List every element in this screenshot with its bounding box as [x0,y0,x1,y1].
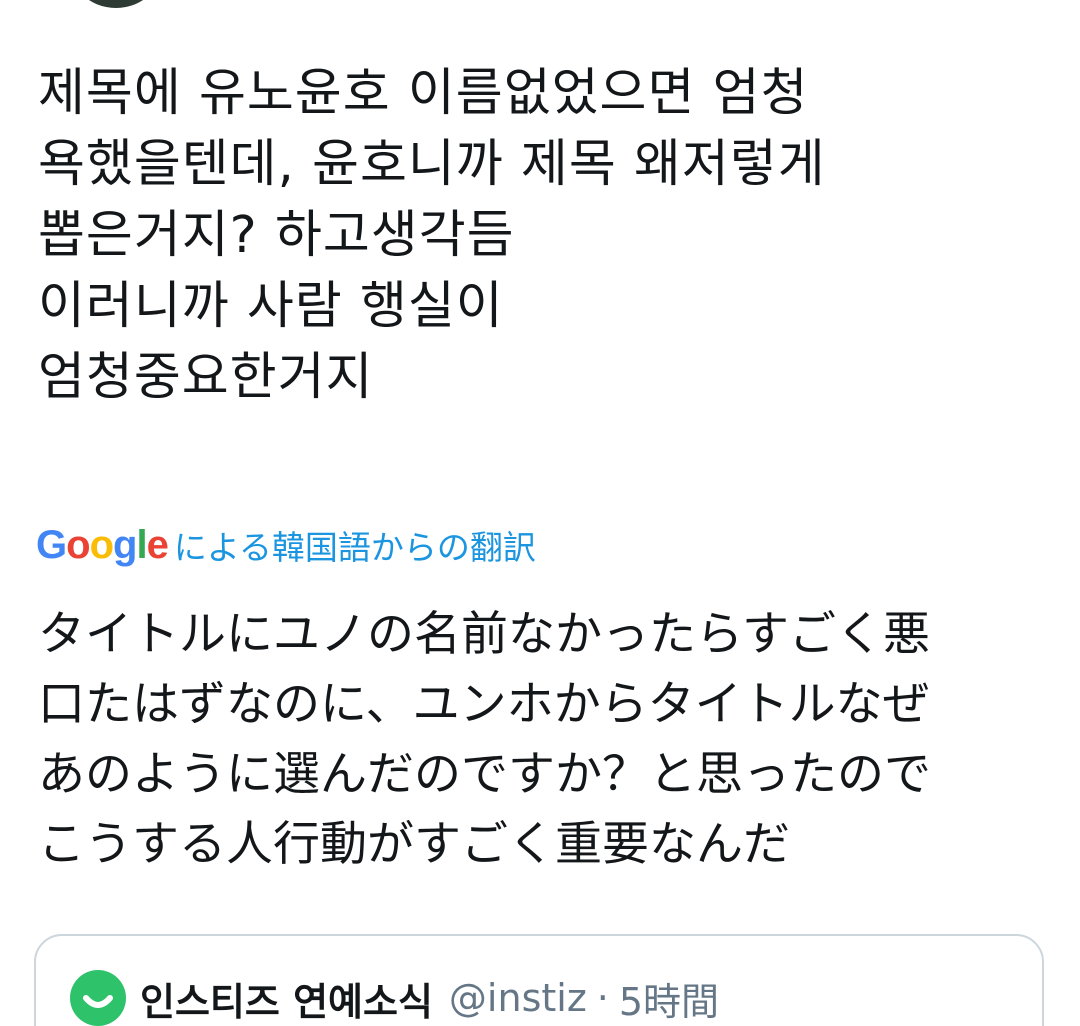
tweet-line: 욕했을텐데, 윤호니까 제목 왜저렇게 [38,135,826,194]
smile-icon [83,995,113,1008]
translated-line: こうする人行動がすごく重要なんだ [38,817,790,872]
author-avatar[interactable] [66,0,166,8]
tweet-line: 뽑은거지? 하고생각듬 [38,206,515,265]
google-logo-letter: g [113,522,137,567]
translation-attribution-text[interactable]: による韓国語からの翻訳 [174,521,536,569]
google-logo: Google [36,522,169,568]
translation-attribution[interactable]: Google による韓国語からの翻訳 [36,518,536,572]
google-logo-letter: G [36,522,67,567]
quoted-author-name[interactable]: 인스티즈 연예소식 [140,971,433,1026]
quoted-tweet-header: 인스티즈 연예소식 @instiz · 5時間 [70,970,719,1026]
quoted-author-avatar[interactable] [70,970,126,1026]
google-logo-letter: l [136,522,147,567]
quoted-tweet-timestamp: 5時間 [618,979,720,1024]
tweet-line: 이러니까 사람 행실이 [38,277,504,336]
translated-line: 口たはずなのに、ユンホからタイトルなぜ [38,677,930,732]
tweet-body: 제목에 유노윤호 이름없었으면 엄청 욕했을텐데, 윤호니까 제목 왜저렇게 뽑… [38,58,1048,413]
google-logo-letter: o [89,522,114,567]
tweet-detail-screen: 제목에 유노윤호 이름없었으면 엄청 욕했을텐데, 윤호니까 제목 왜저렇게 뽑… [0,0,1080,1026]
quoted-author-handle: @instiz [448,976,587,1020]
translated-line: タイトルにユノの名前なかったらすごく悪 [38,607,931,662]
separator-dot: · [596,976,609,1020]
google-logo-letter: e [146,522,169,567]
tweet-line: 제목에 유노윤호 이름없었으면 엄청 [38,64,809,123]
google-logo-letter: o [66,522,90,567]
tweet-line: 엄청중요한거지 [38,348,374,407]
quoted-tweet-card[interactable]: 인스티즈 연예소식 @instiz · 5時間 [34,934,1044,1026]
translated-line: あのように選んだのですか？と思ったので [38,747,931,802]
translated-tweet-body: タイトルにユノの名前なかったらすごく悪 口たはずなのに、ユンホからタイトルなぜ … [38,600,1058,880]
